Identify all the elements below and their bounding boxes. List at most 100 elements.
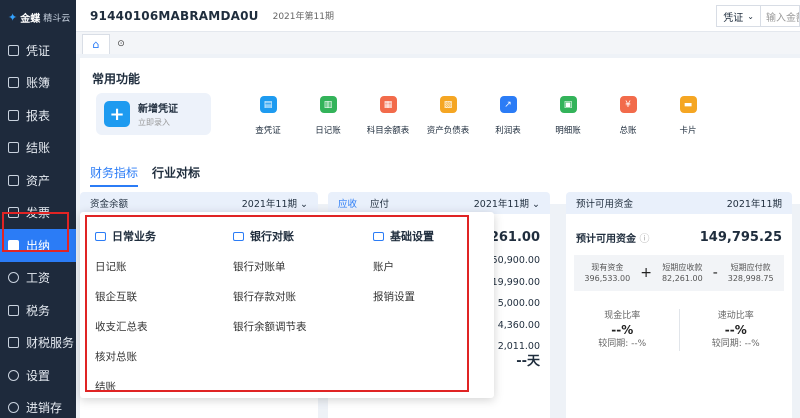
sidebar-item-label: 发票 <box>26 206 51 221</box>
balance-sheet-icon: ▧ <box>439 96 457 113</box>
minus-operator: - <box>712 265 718 281</box>
menu-item[interactable]: 结账 <box>95 379 235 394</box>
sidebar-item-4[interactable]: 资产 <box>0 164 76 197</box>
ar-amount-row: 4,360.00 <box>497 319 540 331</box>
chevron-down-icon: ⌄ <box>747 11 754 21</box>
voucher-type-label: 凭证 <box>723 12 744 24</box>
function-0[interactable]: ▤ 查凭证 <box>238 96 298 136</box>
sidebar-item-10[interactable]: 设置 <box>0 359 76 392</box>
tab-receivable[interactable]: 应收 <box>338 199 357 210</box>
voucher-type-select[interactable]: 凭证 ⌄ <box>716 5 760 27</box>
function-6[interactable]: ¥ 总账 <box>598 96 658 136</box>
help-icon: ⓘ <box>639 234 650 245</box>
settings-icon <box>8 369 19 381</box>
menu-item[interactable]: 核对总账 <box>95 349 235 364</box>
asset-icon <box>8 174 19 186</box>
menu-column-0: 日常业务 日记账 银企互联 收支汇总表 核对总账 结账 <box>95 212 235 394</box>
function-label: 资产负债表 <box>426 126 470 136</box>
general-ledger-icon: ¥ <box>619 96 637 113</box>
fund-balance-period-select[interactable]: 2021年11期 ⌄ <box>242 196 308 210</box>
balance-icon: ▦ <box>379 96 397 113</box>
short-ar-label: 短期应收款 <box>662 263 703 272</box>
ledger-icon <box>8 77 19 89</box>
new-voucher-subtitle: 立即录入 <box>138 118 170 127</box>
sidebar-item-5[interactable]: 发票 <box>0 197 76 230</box>
plus-icon: + <box>104 101 130 127</box>
available-funds-title: 预计可用资金 <box>576 199 634 210</box>
menu-item[interactable]: 银行存款对账 <box>233 289 373 304</box>
cashier-icon <box>8 239 19 251</box>
new-voucher-button[interactable]: + 新增凭证 立即录入 <box>96 93 211 135</box>
sidebar-item-label: 税务 <box>26 303 51 318</box>
voucher-search-icon: ▤ <box>259 96 277 113</box>
card-icon: ▬ <box>679 96 697 113</box>
cash-label: 现有资金 <box>591 263 624 272</box>
bank-card-icon <box>233 231 244 241</box>
available-funds-card: 预计可用资金 2021年11期 预计可用资金 ⓘ 149,795.25 现有资金… <box>566 192 792 418</box>
menu-item[interactable]: 日记账 <box>95 259 235 274</box>
settings-doc-icon <box>373 231 384 241</box>
logo-brand: 金蝶 <box>20 13 41 25</box>
function-label: 日记账 <box>315 126 341 136</box>
sidebar-item-9[interactable]: 财税服务 <box>0 327 76 360</box>
menu-item[interactable]: 银行余额调节表 <box>233 319 373 334</box>
report-icon <box>8 109 19 121</box>
tab-payable[interactable]: 应付 <box>370 199 389 210</box>
quick-ratio: 速动比率 --% 较同期: --% <box>678 309 793 351</box>
menu-item[interactable]: 收支汇总表 <box>95 319 235 334</box>
function-label: 总账 <box>619 126 637 136</box>
sidebar-item-8[interactable]: 税务 <box>0 294 76 327</box>
menu-column-title: 基础设置 <box>373 228 513 244</box>
sidebar-item-label: 工资 <box>26 271 51 286</box>
home-icon: ⌂ <box>92 38 100 51</box>
menu-item[interactable]: 银行对账单 <box>233 259 373 274</box>
sidebar-item-7[interactable]: 工资 <box>0 262 76 295</box>
tab-finance[interactable]: 财务指标 <box>90 164 139 187</box>
sidebar-item-11[interactable]: 进销存 <box>0 392 76 418</box>
plus-operator: + <box>640 265 652 281</box>
function-7[interactable]: ▬ 卡片 <box>658 96 718 136</box>
sidebar-item-6[interactable]: 出纳 <box>0 229 76 262</box>
company-id[interactable]: 91440106MABRAMDA0U <box>90 9 259 23</box>
chevron-circle-icon: ⊙ <box>117 39 125 49</box>
tab-industry[interactable]: 行业对标 <box>152 164 200 187</box>
short-ap-label: 短期应付款 <box>730 263 771 272</box>
sidebar-item-label: 设置 <box>26 368 51 383</box>
available-funds-value: 149,795.25 <box>699 230 782 245</box>
function-5[interactable]: ▣ 明细账 <box>538 96 598 136</box>
menu-column-1: 银行对账银行对账单银行存款对账 银行余额调节表 <box>233 212 373 334</box>
journal-icon: ▥ <box>319 96 337 113</box>
short-ap-value: 328,998.75 <box>727 274 774 283</box>
profit-icon: ↗ <box>499 96 517 113</box>
salary-icon <box>8 272 19 284</box>
menu-item[interactable]: 报销设置 <box>373 289 513 304</box>
cash-ratio: 现金比率 --% 较同期: --% <box>598 311 647 349</box>
cashier-menu-popup: 日常业务 日记账 银企互联 收支汇总表 核对总账 结账 银行对账 银行对账单 银行存款对账 银行余… <box>80 212 494 398</box>
function-label: 明细账 <box>555 126 581 136</box>
short-ar-value: 82,261.00 <box>661 274 703 283</box>
sidebar-item-0[interactable]: 凭证 <box>0 34 76 67</box>
sidebar-item-label: 凭证 <box>26 43 51 58</box>
sidebar-item-3[interactable]: 结账 <box>0 132 76 165</box>
amount-search-input[interactable]: 输入金额 <box>760 5 800 27</box>
sidebar-item-1[interactable]: 账簿 <box>0 67 76 100</box>
menu-item[interactable]: 账户 <box>373 259 513 274</box>
function-4[interactable]: ↗ 利润表 <box>478 96 538 136</box>
ar-period-select[interactable]: 2021年11期 ⌄ <box>474 196 540 210</box>
more-tabs-button[interactable]: ⊙ <box>110 34 132 54</box>
menu-item[interactable]: 银企互联 <box>95 289 235 304</box>
menu-column-title: 银行对账 <box>233 228 373 244</box>
home-tab[interactable]: ⌂ <box>82 34 110 54</box>
cash-value: 396,533.00 <box>584 274 631 283</box>
sidebar-item-label: 账簿 <box>26 76 51 91</box>
menu-column-2: 基础设置账户报销设置 <box>373 212 513 304</box>
function-2[interactable]: ▦ 科目余额表 <box>358 96 418 136</box>
funds-formula: 现有资金 396,533.00 + 短期应收款 82,261.00 - 短期应付款 3… <box>574 255 784 291</box>
close-books-icon <box>8 142 19 154</box>
topbar: 91440106MABRAMDA0U 2021年第11期 凭证 ⌄ 输入金额 <box>76 0 800 32</box>
function-1[interactable]: ▥ 日记账 <box>298 96 358 136</box>
function-3[interactable]: ▧ 资产负债表 <box>418 96 478 136</box>
logo-icon: ✦ <box>8 10 18 24</box>
inventory-icon <box>8 402 19 414</box>
sidebar-item-2[interactable]: 报表 <box>0 99 76 132</box>
